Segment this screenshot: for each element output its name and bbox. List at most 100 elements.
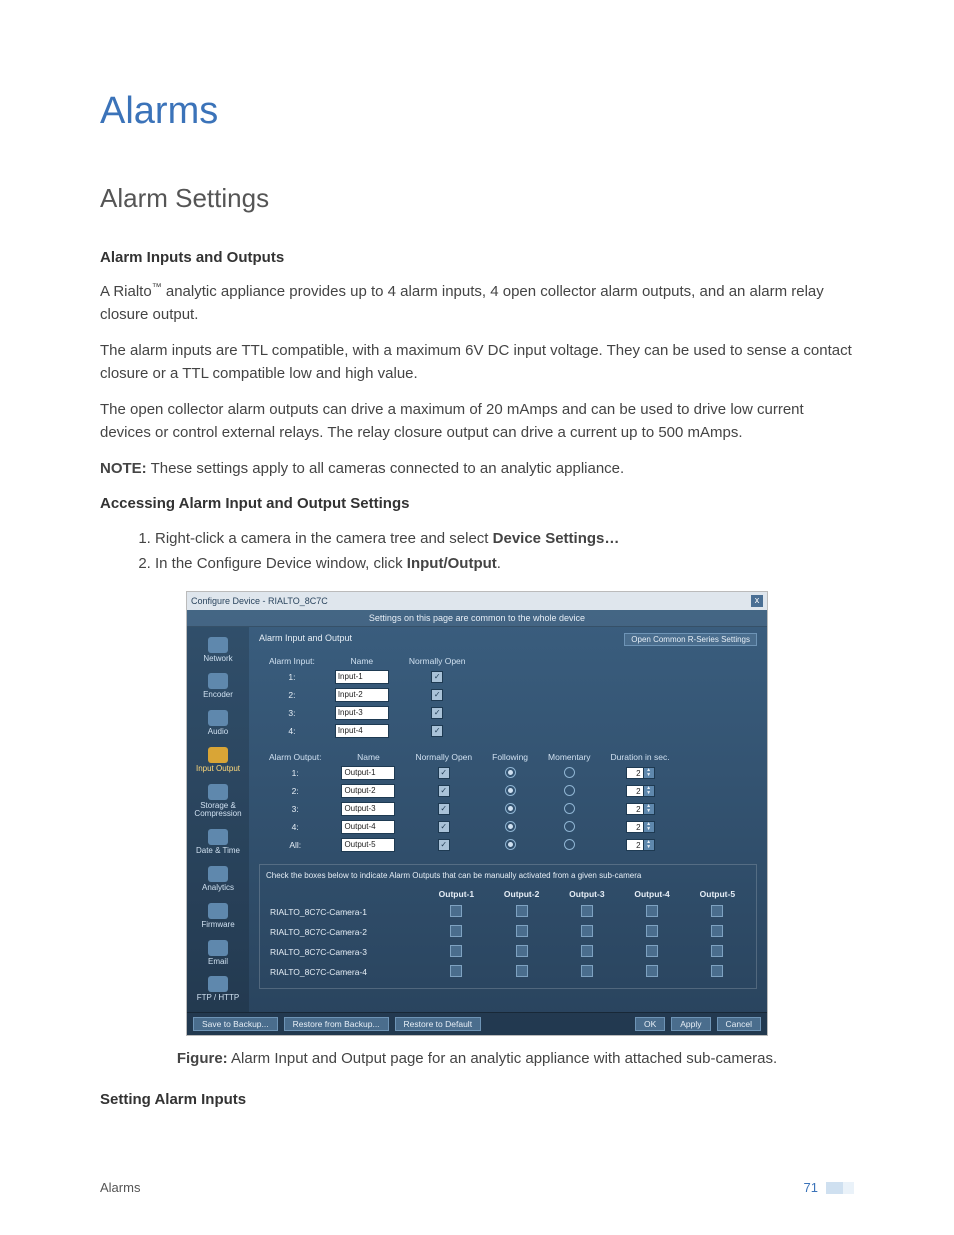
normally-open-checkbox[interactable]: ✓ xyxy=(438,785,450,797)
sidebar-item-firmware[interactable]: Firmware xyxy=(188,897,248,934)
duration-spinner[interactable]: 2▲▼ xyxy=(626,785,655,797)
following-radio[interactable] xyxy=(505,767,516,778)
menu-ref: Device Settings… xyxy=(493,530,620,547)
output-name-field[interactable]: Output-4 xyxy=(341,820,395,834)
nav-icon xyxy=(208,940,228,956)
normally-open-checkbox[interactable]: ✓ xyxy=(431,725,443,737)
row-index: 1: xyxy=(259,764,331,782)
matrix-checkbox[interactable] xyxy=(581,945,593,957)
restore-to-default-button[interactable]: Restore to Default xyxy=(395,1017,482,1031)
normally-open-checkbox[interactable]: ✓ xyxy=(438,821,450,833)
figure-label: Figure: xyxy=(177,1050,228,1067)
camera-name: RIALTO_8C7C-Camera-2 xyxy=(266,922,424,942)
momentary-radio[interactable] xyxy=(564,821,575,832)
matrix-row: RIALTO_8C7C-Camera-2 xyxy=(266,922,750,942)
input-name-field[interactable]: Input-4 xyxy=(335,724,389,738)
alarm-output-row: 1: Output-1 ✓ 2▲▼ xyxy=(259,764,680,782)
text: . xyxy=(497,555,501,572)
matrix-checkbox[interactable] xyxy=(581,965,593,977)
matrix-checkbox[interactable] xyxy=(450,905,462,917)
manual-activation-box: Check the boxes below to indicate Alarm … xyxy=(259,864,757,989)
alarm-output-row: 2:Output-2✓2▲▼ xyxy=(259,782,680,800)
sidebar-item-email[interactable]: Email xyxy=(188,934,248,971)
sidebar-item-date-time[interactable]: Date & Time xyxy=(188,823,248,860)
duration-spinner[interactable]: 2▲▼ xyxy=(626,767,655,779)
sidebar-item-analytics[interactable]: Analytics xyxy=(188,860,248,897)
matrix-checkbox[interactable] xyxy=(646,965,658,977)
embedded-screenshot: Configure Device - RIALTO_8C7C x Setting… xyxy=(186,591,768,1036)
following-radio[interactable] xyxy=(505,785,516,796)
normally-open-checkbox[interactable]: ✓ xyxy=(438,803,450,815)
sidebar-item-audio[interactable]: Audio xyxy=(188,704,248,741)
momentary-radio[interactable] xyxy=(564,767,575,778)
sidebar-item-network[interactable]: Network xyxy=(188,631,248,668)
nav-icon xyxy=(208,976,228,992)
nav-icon xyxy=(208,866,228,882)
matrix-checkbox[interactable] xyxy=(516,945,528,957)
sidebar-item-ftp-http[interactable]: FTP / HTTP xyxy=(188,970,248,1007)
matrix-checkbox[interactable] xyxy=(711,905,723,917)
matrix-checkbox[interactable] xyxy=(516,965,528,977)
duration-spinner[interactable]: 2▲▼ xyxy=(626,803,655,815)
camera-name: RIALTO_8C7C-Camera-1 xyxy=(266,902,424,922)
nav-label: Date & Time xyxy=(188,847,248,856)
matrix-checkbox[interactable] xyxy=(711,965,723,977)
normally-open-checkbox[interactable]: ✓ xyxy=(438,767,450,779)
momentary-radio[interactable] xyxy=(564,803,575,814)
ok-button[interactable]: OK xyxy=(635,1017,665,1031)
matrix-checkbox[interactable] xyxy=(450,925,462,937)
output-name-field[interactable]: Output-3 xyxy=(341,802,395,816)
input-name-field[interactable]: Input-3 xyxy=(335,706,389,720)
sidebar-item-input-output[interactable]: Input Output xyxy=(188,741,248,778)
duration-spinner[interactable]: 2▲▼ xyxy=(626,821,655,833)
matrix-checkbox[interactable] xyxy=(450,945,462,957)
close-icon[interactable]: x xyxy=(751,595,763,607)
following-radio[interactable] xyxy=(505,821,516,832)
dialog-footer: Save to Backup... Restore from Backup... R… xyxy=(187,1012,767,1035)
matrix-checkbox[interactable] xyxy=(516,905,528,917)
alarm-input-row: 2: Input-2 ✓ xyxy=(259,686,476,704)
input-name-field[interactable]: Input-2 xyxy=(335,688,389,702)
normally-open-checkbox[interactable]: ✓ xyxy=(431,689,443,701)
matrix-checkbox[interactable] xyxy=(450,965,462,977)
nav-icon xyxy=(208,710,228,726)
restore-from-backup--button[interactable]: Restore from Backup... xyxy=(284,1017,389,1031)
row-index: 4: xyxy=(259,722,325,740)
normally-open-checkbox[interactable]: ✓ xyxy=(431,671,443,683)
cancel-button[interactable]: Cancel xyxy=(717,1017,761,1031)
momentary-radio[interactable] xyxy=(564,839,575,850)
input-name-field[interactable]: Input-1 xyxy=(335,670,389,684)
matrix-checkbox[interactable] xyxy=(646,905,658,917)
duration-spinner[interactable]: 2▲▼ xyxy=(626,839,655,851)
row-index: 2: xyxy=(259,686,325,704)
following-radio[interactable] xyxy=(505,803,516,814)
matrix-checkbox[interactable] xyxy=(646,945,658,957)
row-index: All: xyxy=(259,836,331,854)
matrix-checkbox[interactable] xyxy=(581,905,593,917)
normally-open-checkbox[interactable]: ✓ xyxy=(431,707,443,719)
apply-button[interactable]: Apply xyxy=(671,1017,710,1031)
matrix-checkbox[interactable] xyxy=(646,925,658,937)
paragraph: The alarm inputs are TTL compatible, wit… xyxy=(100,340,854,385)
nav-icon xyxy=(208,673,228,689)
matrix-checkbox[interactable] xyxy=(516,925,528,937)
following-radio[interactable] xyxy=(505,839,516,850)
sidebar-item-encoder[interactable]: Encoder xyxy=(188,667,248,704)
matrix-checkbox[interactable] xyxy=(581,925,593,937)
matrix-checkbox[interactable] xyxy=(711,925,723,937)
sidebar-item-storage-compression[interactable]: Storage & Compression xyxy=(188,778,248,824)
matrix-checkbox[interactable] xyxy=(711,945,723,957)
nav-label: Firmware xyxy=(188,921,248,930)
output-name-field[interactable]: Output-2 xyxy=(341,784,395,798)
matrix-col-header: Output-1 xyxy=(424,886,489,902)
save-to-backup--button[interactable]: Save to Backup... xyxy=(193,1017,278,1031)
camera-name: RIALTO_8C7C-Camera-4 xyxy=(266,962,424,982)
momentary-radio[interactable] xyxy=(564,785,575,796)
normally-open-checkbox[interactable]: ✓ xyxy=(438,839,450,851)
output-name-field[interactable]: Output-5 xyxy=(341,838,395,852)
column-header: Alarm Output: xyxy=(259,750,331,764)
output-name-field[interactable]: Output-1 xyxy=(341,766,395,780)
matrix-row: RIALTO_8C7C-Camera-4 xyxy=(266,962,750,982)
open-common-settings-button[interactable]: Open Common R-Series Settings xyxy=(624,633,757,646)
subhead-io: Alarm Inputs and Outputs xyxy=(100,249,854,266)
